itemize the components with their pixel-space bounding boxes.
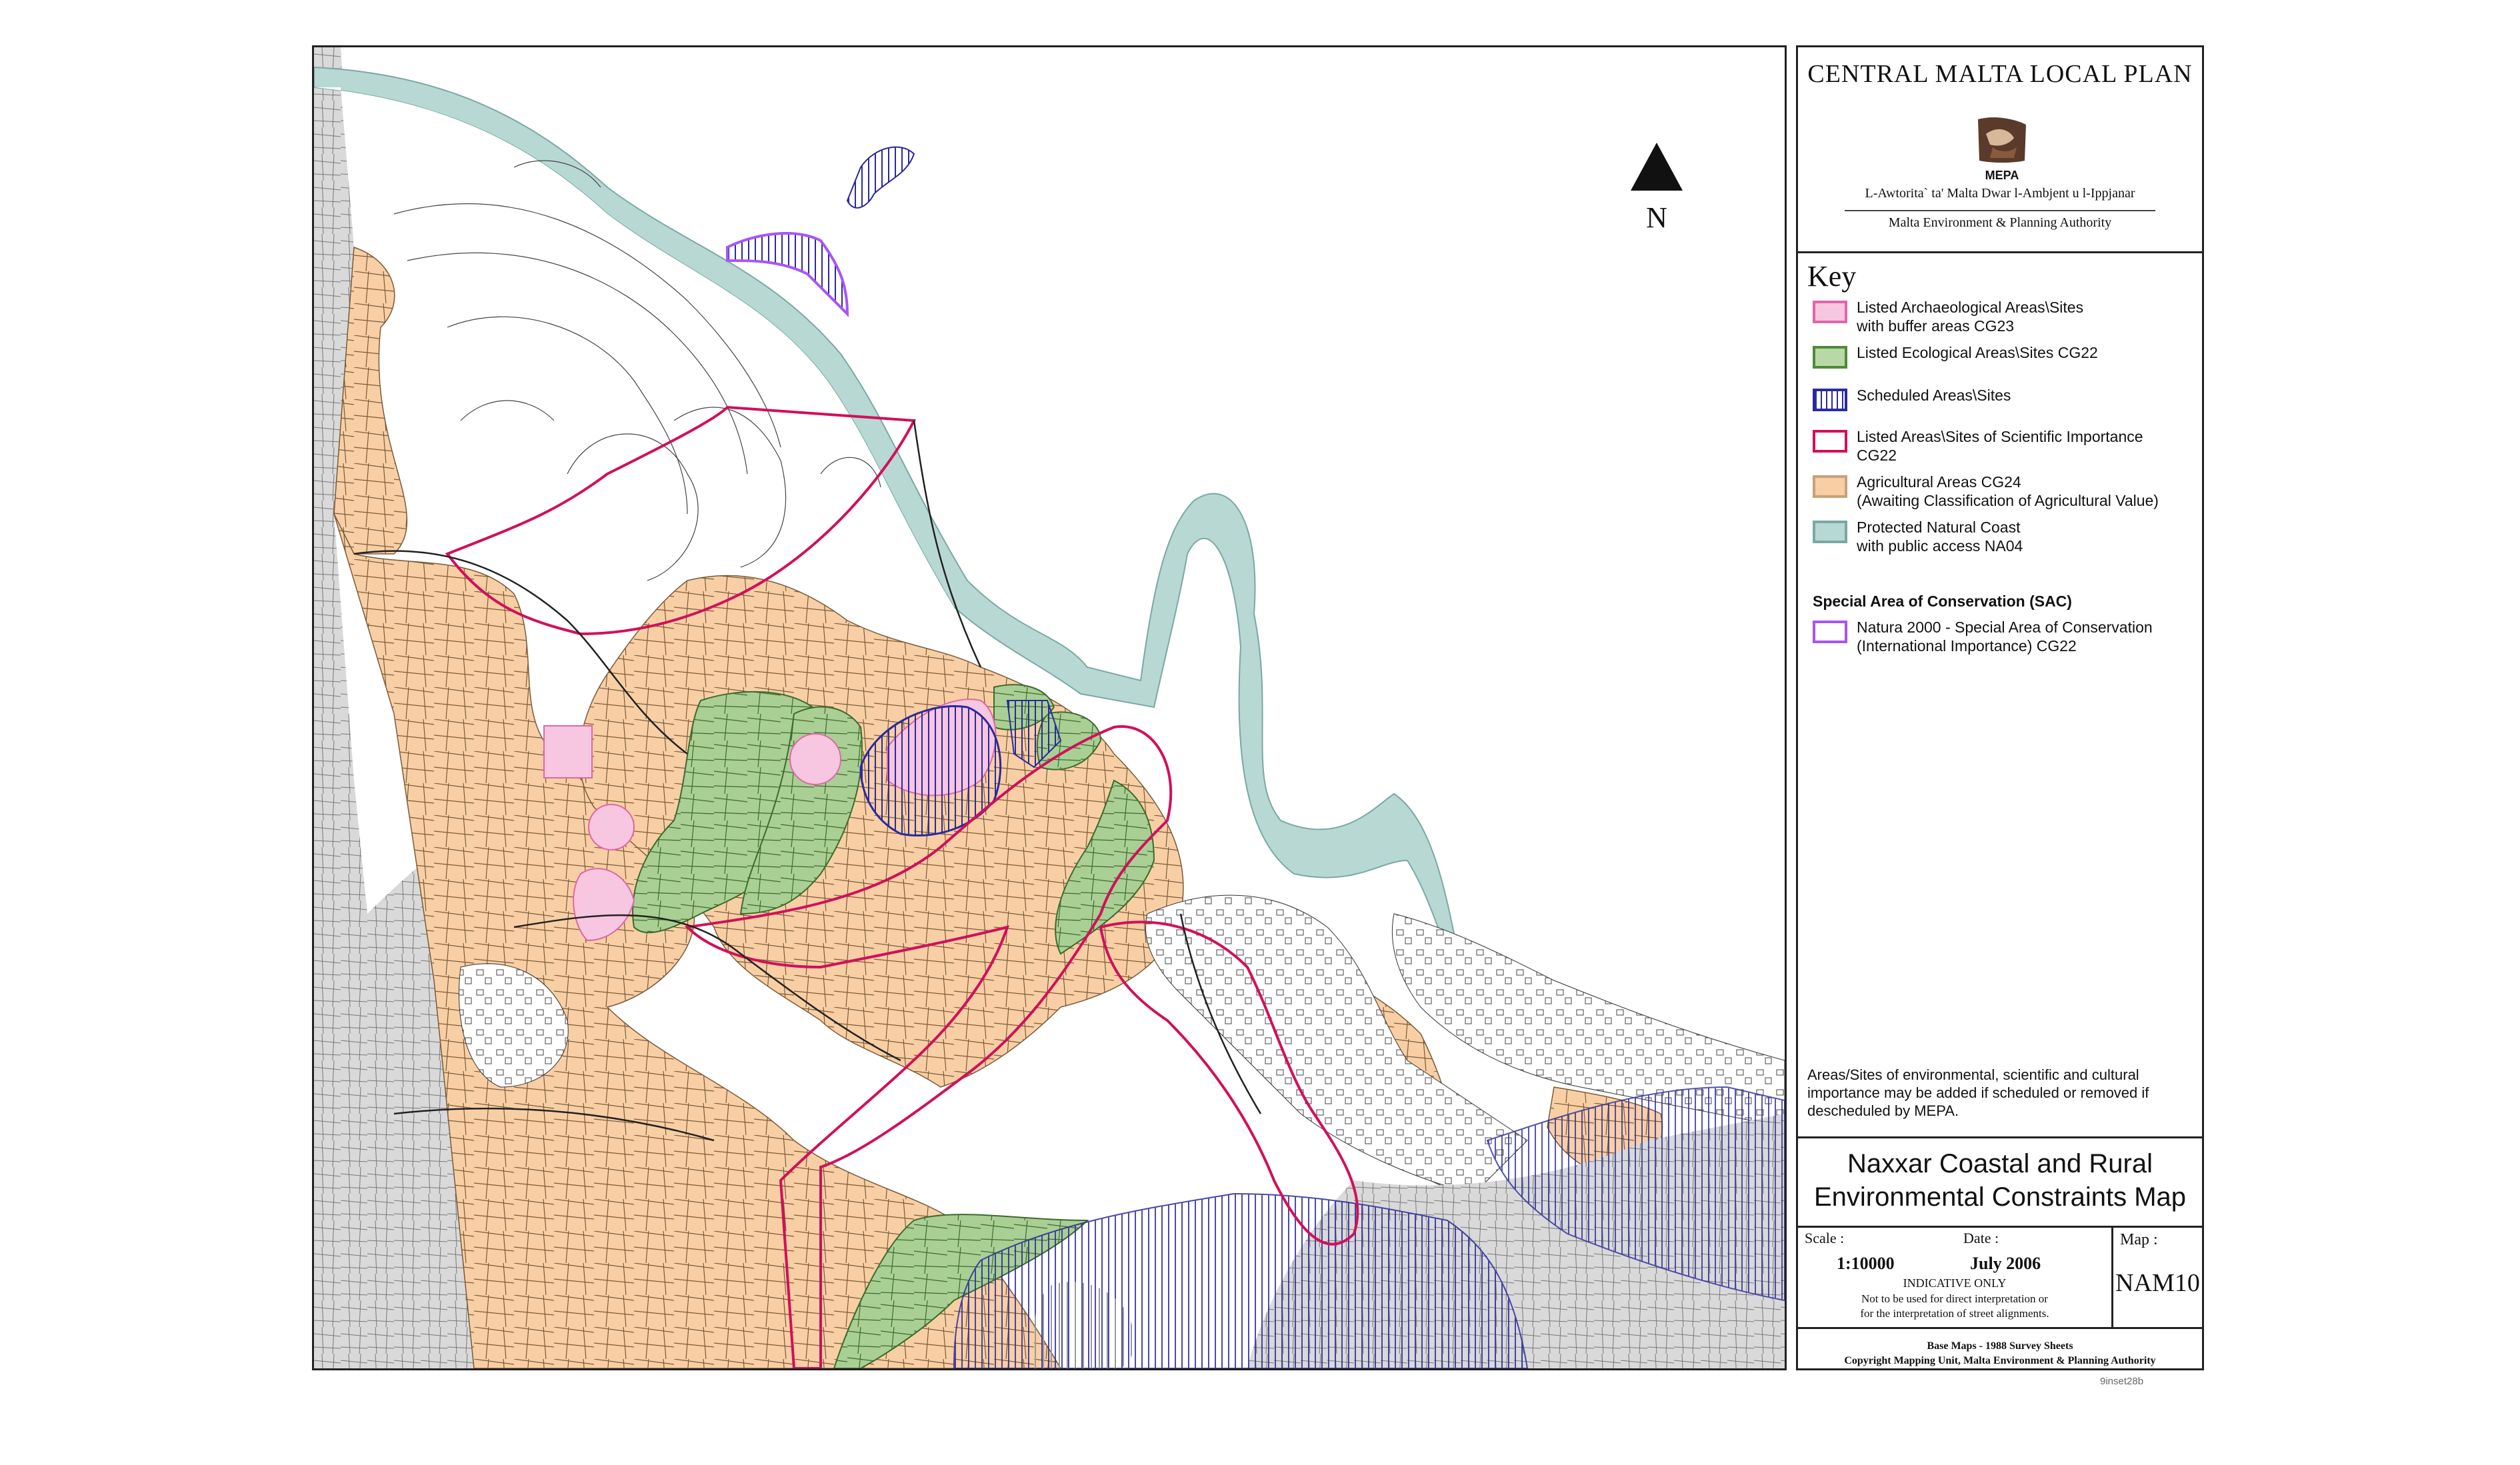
legend-item-archaeological: Listed Archaeological Areas\Sites with b… xyxy=(1813,298,2083,335)
legend-label: Scheduled Areas\Sites xyxy=(1857,387,2011,404)
legend-label: (International Importance) CG22 xyxy=(1857,637,2077,655)
authority-divider xyxy=(1845,210,2155,211)
disclaimer-line1: Not to be used for direct interpretation… xyxy=(1861,1292,2048,1305)
map-title-line2: Environmental Constraints Map xyxy=(1813,1182,2187,1212)
legend-item-scientific: Listed Areas\Sites of Scientific Importa… xyxy=(1813,427,2143,465)
swatch-scientific xyxy=(1813,430,1847,453)
swatch-archaeological xyxy=(1813,301,1847,323)
archaeological-area-2 xyxy=(588,804,635,850)
authority-english: Malta Environment & Planning Authority xyxy=(1888,215,2112,230)
indicative-label: INDICATIVE ONLY xyxy=(1903,1276,2007,1290)
authority-maltese: L-Awtorita` ta' Malta Dwar l-Ambjent u l… xyxy=(1865,186,2135,201)
legend-item-coast: Protected Natural Coast with public acce… xyxy=(1813,518,2023,555)
legend-label: (Awaiting Classification of Agricultural… xyxy=(1857,492,2159,509)
north-label: N xyxy=(1646,201,1667,234)
legend-label: Protected Natural Coast xyxy=(1857,519,2021,536)
scale-date-block: Scale : Date : 1:10000 July 2006 INDICAT… xyxy=(1798,1227,2113,1327)
divider-title-top xyxy=(1798,1136,2202,1138)
logo-text: MEPA xyxy=(1985,169,2019,182)
footer-line1: Base Maps - 1988 Survey Sheets xyxy=(1927,1340,2073,1352)
legend-item-scheduled: Scheduled Areas\Sites xyxy=(1813,386,2011,411)
map-svg xyxy=(314,47,1785,1368)
map-title-line1: Naxxar Coastal and Rural xyxy=(1847,1149,2153,1178)
map-footer: Base Maps - 1988 Survey Sheets Copyright… xyxy=(1798,1339,2202,1368)
legend-label: Listed Areas\Sites of Scientific Importa… xyxy=(1857,428,2143,445)
legend-label: Listed Ecological Areas\Sites CG22 xyxy=(1857,344,2098,361)
legend-label: Natura 2000 - Special Area of Conservati… xyxy=(1857,619,2153,636)
legend-item-ecological: Listed Ecological Areas\Sites CG22 xyxy=(1813,343,2098,369)
sac-heading: Special Area of Conservation (SAC) xyxy=(1813,593,2072,610)
scale-value: 1:10000 xyxy=(1837,1254,1895,1273)
legend-item-agricultural: Agricultural Areas CG24 (Awaiting Classi… xyxy=(1813,473,2159,510)
map-canvas[interactable] xyxy=(312,45,1787,1370)
mepa-logo: MEPA xyxy=(1973,114,2031,194)
archaeological-area-1 xyxy=(543,725,593,778)
mepa-logo-icon: MEPA xyxy=(1978,117,2026,182)
date-label: Date : xyxy=(1963,1230,1999,1246)
archaeological-area-4 xyxy=(789,733,841,785)
map-label: Map : xyxy=(2120,1231,2158,1248)
divider-footer-top xyxy=(1798,1327,2202,1329)
north-arrow: N xyxy=(1627,140,1687,235)
legend-label: Agricultural Areas CG24 xyxy=(1857,473,2021,491)
legend-label: with buffer areas CG23 xyxy=(1857,317,2015,335)
swatch-ecological xyxy=(1813,346,1847,369)
reference-code: 9inset28b xyxy=(2100,1376,2144,1387)
swatch-scheduled xyxy=(1813,389,1847,411)
legend-panel: CENTRAL MALTA LOCAL PLAN MEPA L-Awtorita… xyxy=(1796,45,2204,1370)
date-value: July 2006 xyxy=(1970,1254,2041,1273)
plan-title: CENTRAL MALTA LOCAL PLAN xyxy=(1807,60,2193,88)
swatch-agricultural xyxy=(1813,475,1847,498)
legend-label: Listed Archaeological Areas\Sites xyxy=(1857,299,2084,316)
legend-label: with public access NA04 xyxy=(1857,537,2023,555)
legend-label: CG22 xyxy=(1857,447,1897,464)
swatch-sac xyxy=(1813,621,1847,643)
divider-key-top xyxy=(1798,251,2202,253)
scale-label: Scale : xyxy=(1805,1230,1845,1246)
key-heading: Key xyxy=(1807,260,1857,293)
swatch-coast xyxy=(1813,521,1847,543)
legend-item-sac: Natura 2000 - Special Area of Conservati… xyxy=(1813,618,2153,655)
legend-note: Areas/Sites of environmental, scientific… xyxy=(1807,1066,2149,1119)
map-title: Naxxar Coastal and Rural Environmental C… xyxy=(1798,1147,2202,1214)
map-info: Scale : Date : 1:10000 July 2006 INDICAT… xyxy=(1798,1227,2202,1327)
footer-line2: Copyright Mapping Unit, Malta Environmen… xyxy=(1844,1355,2156,1366)
map-code-block: Map : NAM10 xyxy=(2113,1227,2202,1327)
map-code: NAM10 xyxy=(2115,1269,2200,1297)
north-arrow-icon xyxy=(1631,143,1683,191)
disclaimer-line2: for the interpretation of street alignme… xyxy=(1860,1307,2049,1320)
